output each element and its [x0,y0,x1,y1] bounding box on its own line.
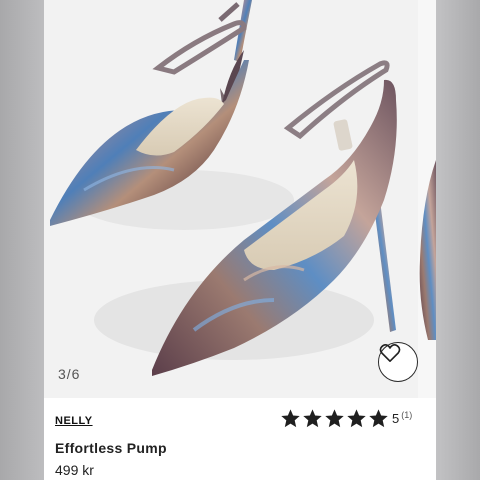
star-icon [303,409,322,428]
heart-icon [379,344,401,362]
left-backdrop [0,0,44,480]
rating[interactable]: 5 (1) [280,408,412,429]
product-card[interactable]: 3/6 NELLY 5 (1) Effortless Pump 499 kr [44,0,436,480]
product-info: NELLY 5 (1) Effortless Pump 499 kr [44,400,436,480]
star-icon [325,409,344,428]
review-count: (1) [401,409,413,420]
product-name[interactable]: Effortless Pump [55,440,167,456]
star-icon [281,409,300,428]
product-price: 499 kr [55,462,94,478]
star-icon [369,409,388,428]
image-counter: 3/6 [58,366,81,382]
product-image [44,0,436,398]
star-icon [347,409,366,428]
rating-value: 5 [392,411,400,426]
next-image-peek[interactable] [418,0,436,398]
brand-link[interactable]: NELLY [55,415,93,427]
product-image-gallery[interactable]: 3/6 [44,0,436,398]
favorite-button[interactable] [378,342,418,382]
right-backdrop [436,0,480,480]
